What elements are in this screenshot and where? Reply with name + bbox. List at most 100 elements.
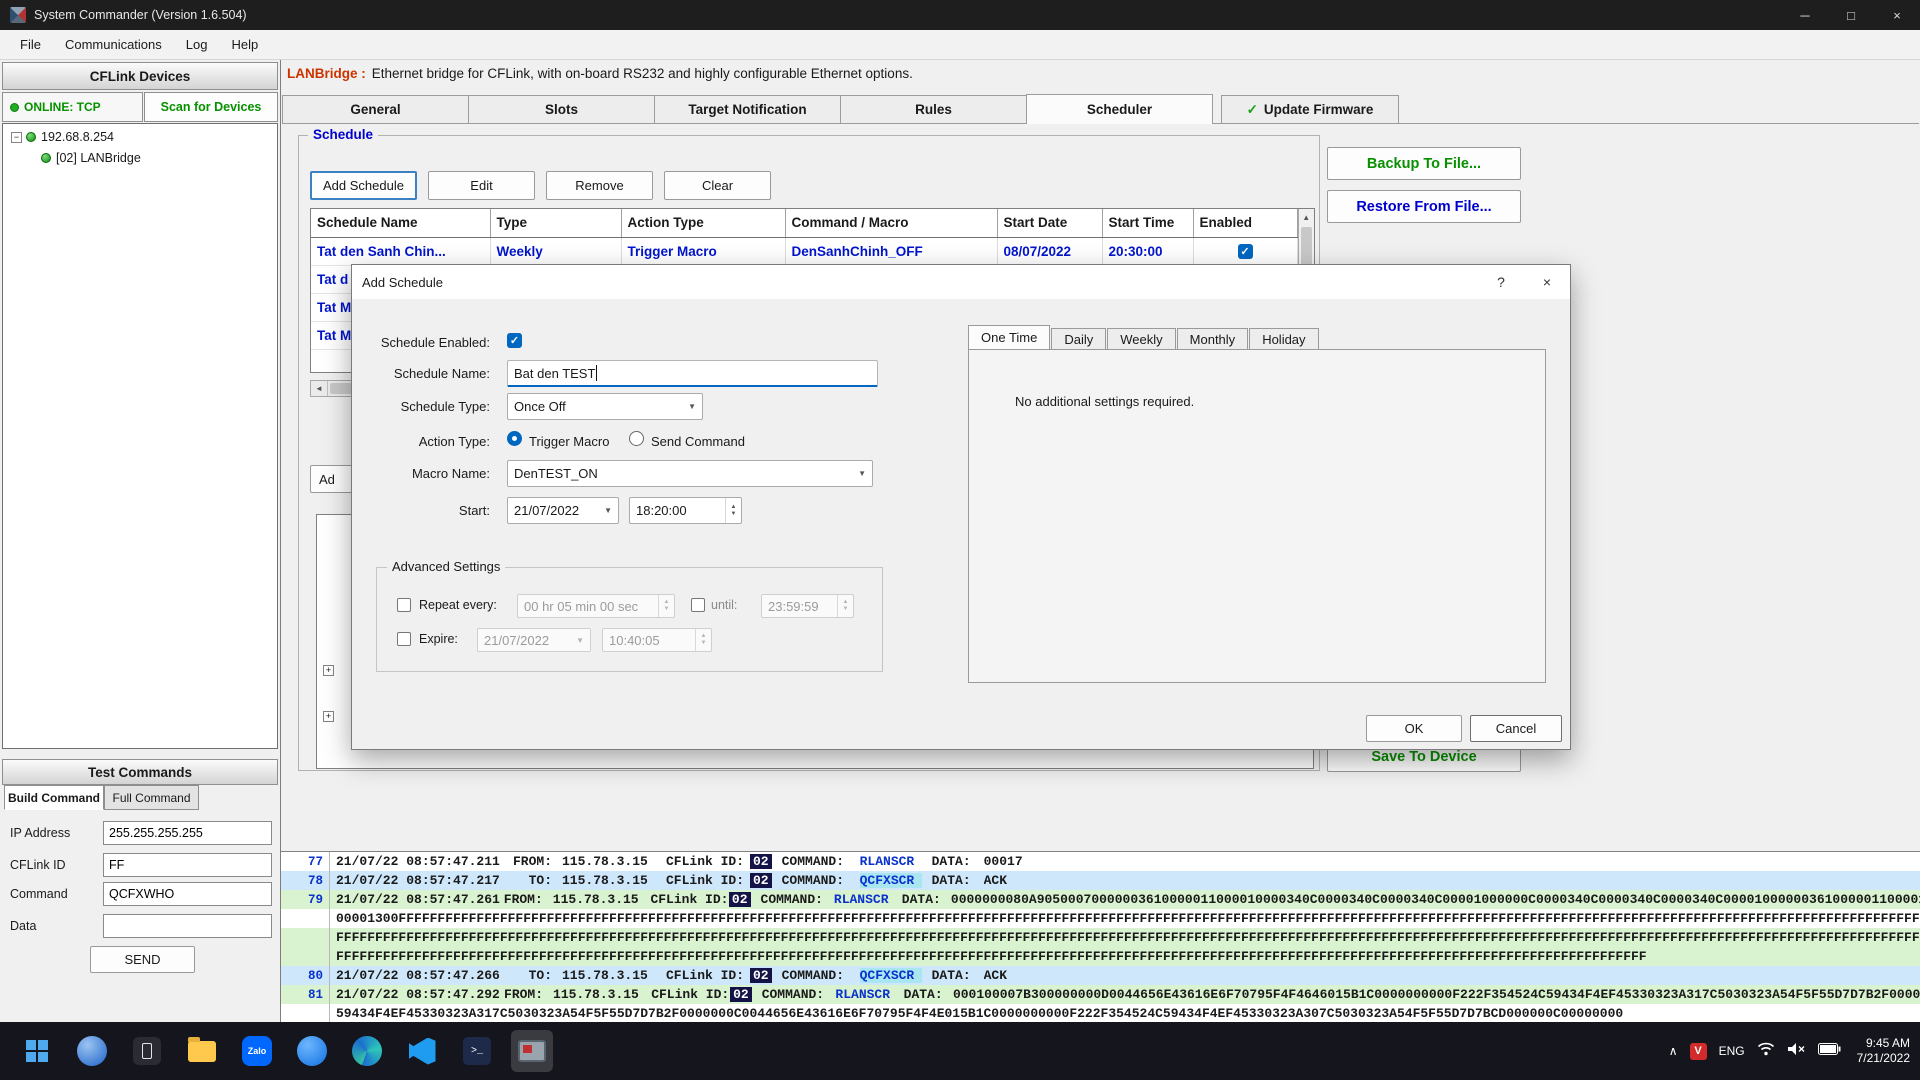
log-line-continuation: FFFFFFFFFFFFFFFFFFFFFFFFFFFFFFFFFFFFFFFF… [281,947,1920,966]
expire-checkbox[interactable] [397,632,411,646]
trigger-macro-label: Trigger Macro [529,434,609,449]
menu-help[interactable]: Help [219,32,270,57]
tree-node-label: 192.68.8.254 [41,130,114,144]
phone-icon[interactable] [126,1030,168,1072]
tab-monthly[interactable]: Monthly [1177,328,1249,349]
start-time-spinner[interactable]: 18:20:00 ▲▼ [629,497,742,524]
tab-slots[interactable]: Slots [468,95,655,123]
scrollbar-thumb[interactable] [1301,227,1312,265]
tab-scheduler[interactable]: Scheduler [1026,94,1213,124]
schedule-enabled-checkbox[interactable]: ✓ [507,333,522,348]
scroll-up-icon[interactable]: ▲ [1302,209,1310,222]
ok-button[interactable]: OK [1366,715,1462,742]
send-button[interactable]: SEND [90,946,195,973]
backup-to-file-button[interactable]: Backup To File... [1327,147,1521,180]
chevron-down-icon: ▼ [858,469,866,478]
tab-daily[interactable]: Daily [1051,328,1106,349]
schedule-type-dropdown[interactable]: Once Off▼ [507,393,703,420]
volume-muted-icon[interactable] [1787,1042,1806,1061]
chevron-down-icon: ▼ [576,636,584,645]
scan-for-devices-button[interactable]: Scan for Devices [144,92,278,122]
tab-full-command[interactable]: Full Command [104,785,199,810]
collapse-icon[interactable]: − [11,132,22,143]
close-button[interactable]: × [1874,0,1920,30]
cflink-id-label: CFLink ID [10,858,66,872]
browser-icon[interactable] [71,1030,113,1072]
log-line-number: 78 [281,871,330,890]
send-command-radio[interactable] [629,431,644,446]
until-checkbox[interactable] [691,598,705,612]
column-enabled[interactable]: Enabled [1193,209,1297,237]
column-start-date[interactable]: Start Date [997,209,1102,237]
start-button[interactable] [16,1030,58,1072]
communication-log[interactable]: 77 21/07/22 08:57:47.211FROM:115.78.3.15… [281,851,1920,1022]
tab-rules[interactable]: Rules [840,95,1027,123]
add-schedule-button[interactable]: Add Schedule [310,171,417,200]
edit-button[interactable]: Edit [428,171,535,200]
tree-node-lanbridge[interactable]: [02] LANBridge [41,151,141,165]
ip-address-input[interactable] [103,821,272,845]
vscode-icon[interactable] [401,1030,443,1072]
command-input[interactable] [103,882,272,906]
trigger-macro-radio[interactable] [507,431,522,446]
unikey-icon[interactable]: V [1690,1043,1707,1060]
enabled-checkbox[interactable]: ✓ [1238,244,1253,259]
spin-up-icon[interactable]: ▲ [731,504,737,511]
spin-down-icon[interactable]: ▼ [731,511,737,518]
log-line: 78 21/07/22 08:57:47.217TO:115.78.3.15CF… [281,871,1920,890]
table-row[interactable]: Tat den Sanh Chin... Weekly Trigger Macr… [311,237,1297,265]
messenger-icon[interactable] [291,1030,333,1072]
restore-from-file-button[interactable]: Restore From File... [1327,190,1521,223]
tab-general[interactable]: General [282,95,469,123]
schedule-name-input[interactable]: Bat den TEST [507,360,878,387]
column-command-macro[interactable]: Command / Macro [785,209,997,237]
file-explorer-icon[interactable] [181,1030,223,1072]
zalo-icon[interactable]: Zalo [236,1030,278,1072]
schedule-enabled-label: Schedule Enabled: [372,335,490,350]
maximize-button[interactable]: □ [1828,0,1874,30]
expand-icon[interactable]: + [323,711,334,722]
system-commander-icon[interactable] [511,1030,553,1072]
dialog-close-icon[interactable]: × [1524,265,1570,299]
remove-button[interactable]: Remove [546,171,653,200]
wifi-icon[interactable] [1757,1041,1775,1061]
battery-icon[interactable] [1818,1042,1841,1060]
start-date-picker[interactable]: 21/07/2022▼ [507,497,619,524]
tab-build-command[interactable]: Build Command [4,785,104,810]
tree-node-root[interactable]: − 192.68.8.254 [11,130,114,144]
column-schedule-name[interactable]: Schedule Name [311,209,490,237]
tray-chevron-icon[interactable]: ∧ [1669,1044,1678,1058]
minimize-button[interactable]: ─ [1782,0,1828,30]
menu-file[interactable]: File [8,32,53,57]
tab-weekly[interactable]: Weekly [1107,328,1175,349]
tab-one-time[interactable]: One Time [968,325,1050,349]
tab-update-firmware[interactable]: ✓ Update Firmware [1221,95,1399,123]
scroll-left-icon[interactable]: ◄ [311,381,328,396]
data-input[interactable] [103,914,272,938]
column-start-time[interactable]: Start Time [1102,209,1193,237]
log-line: 81 21/07/22 08:57:47.292FROM:115.78.3.15… [281,985,1920,1004]
taskbar-clock[interactable]: 9:45 AM 7/21/2022 [1857,1036,1910,1066]
window-titlebar: System Commander (Version 1.6.504) ─ □ × [0,0,1920,30]
menu-communications[interactable]: Communications [53,32,174,57]
clear-button[interactable]: Clear [664,171,771,200]
language-indicator[interactable]: ENG [1719,1044,1745,1058]
repeat-every-checkbox[interactable] [397,598,411,612]
column-action-type[interactable]: Action Type [621,209,785,237]
device-tree: − 192.68.8.254 [02] LANBridge [2,123,278,749]
macro-name-dropdown[interactable]: DenTEST_ON▼ [507,460,873,487]
cflink-id-input[interactable] [103,853,272,877]
spin-down-icon: ▼ [701,640,707,647]
help-icon[interactable]: ? [1478,265,1524,299]
expand-icon[interactable]: + [323,665,334,676]
spin-up-icon: ▲ [843,599,849,606]
terminal-icon[interactable]: >_ [456,1030,498,1072]
tab-holiday[interactable]: Holiday [1249,328,1318,349]
tab-target-notification[interactable]: Target Notification [654,95,841,123]
menu-log[interactable]: Log [174,32,220,57]
edge-icon[interactable] [346,1030,388,1072]
column-type[interactable]: Type [490,209,621,237]
cancel-button[interactable]: Cancel [1470,715,1562,742]
chevron-down-icon: ▼ [688,402,696,411]
log-line: 80 21/07/22 08:57:47.266TO:115.78.3.15CF… [281,966,1920,985]
